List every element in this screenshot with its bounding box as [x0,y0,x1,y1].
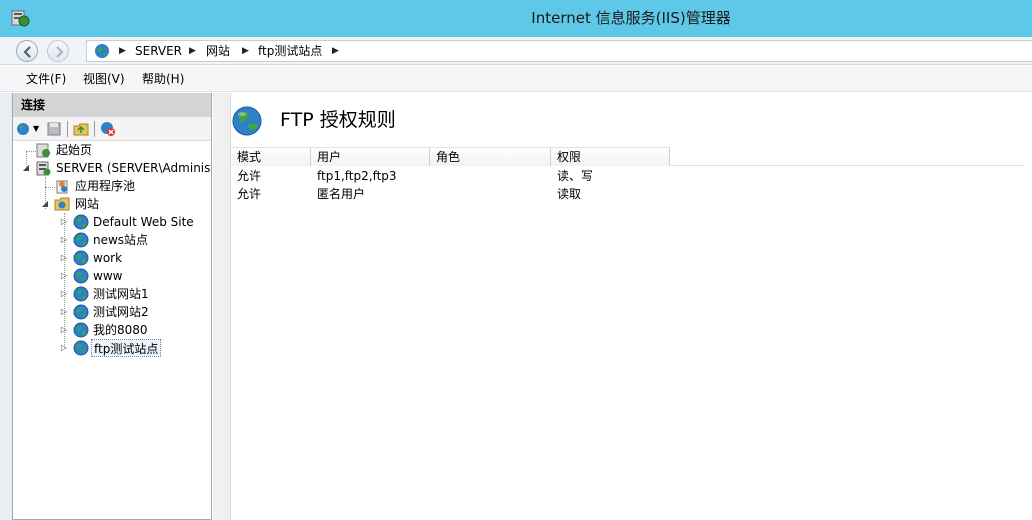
table-row[interactable]: 允许 ftp1,ftp2,ftp3 读、写 [213,167,1025,185]
address-field[interactable]: ▶ SERVER ▶ 网站 ▶ ftp测试站点 ▶ [86,40,1032,62]
globe-icon [73,268,89,284]
globe-icon [73,232,89,248]
globe-icon [73,340,89,356]
breadcrumb-arrow-icon[interactable]: ▶ [242,41,249,61]
connections-panel: 连接 ▼ 起始页 ◢ SERVER (SERVER\Adminis 应用程序池 … [12,93,212,520]
left-edge-strip [0,93,12,520]
content-left-bar [213,93,231,520]
breadcrumb-arrow-icon[interactable]: ▶ [189,41,196,61]
breadcrumb-server[interactable]: SERVER [135,41,182,61]
expand-arrow-icon[interactable]: ▷ [59,321,69,339]
globe-icon [73,322,89,338]
connect-globe-icon[interactable] [16,121,32,137]
table-row[interactable]: 允许 匿名用户 读取 [213,185,1025,203]
tree-label: 我的8080 [93,323,148,337]
column-header-mode[interactable]: 模式 [231,147,311,166]
cell-users: ftp1,ftp2,ftp3 [317,169,397,183]
back-arrow-icon [23,46,31,58]
menu-view[interactable]: 视图(V) [83,66,125,92]
globe-icon [73,286,89,302]
page-title: FTP 授权规则 [280,109,396,131]
tree-label: 应用程序池 [75,179,136,193]
tree-label: news站点 [93,233,149,247]
tree-label: work [93,251,123,265]
cell-mode: 允许 [237,169,262,183]
back-button[interactable] [16,40,38,62]
tree-label: 起始页 [56,143,93,157]
expand-arrow-icon[interactable]: ▷ [59,213,69,231]
expand-arrow-icon[interactable]: ▷ [59,339,69,357]
table-header: 模式 用户 角色 权限 [231,147,1025,166]
tree-label: Default Web Site [93,215,194,229]
cell-users: 匿名用户 [317,187,366,201]
expand-arrow-icon[interactable]: ▷ [59,231,69,249]
cell-mode: 允许 [237,187,262,201]
forward-button[interactable] [47,40,69,62]
menu-bar: 文件(F) 视图(V) 帮助(H) [0,66,1032,92]
toolbar-separator [94,121,95,137]
start-page-icon [36,143,50,158]
menu-help[interactable]: 帮助(H) [142,66,184,92]
globe-icon [73,214,89,230]
app-pool-icon [56,180,68,194]
cell-roles [430,167,436,185]
cell-permissions: 读、写 [557,169,594,183]
menu-file[interactable]: 文件(F) [26,66,66,92]
expand-arrow-icon[interactable]: ▷ [59,267,69,285]
tree-label: 测试网站1 [93,287,149,301]
breadcrumb-ftp-site[interactable]: ftp测试站点 [258,41,322,61]
save-icon[interactable] [46,121,62,137]
main-content: FTP 授权规则 模式 用户 角色 权限 允许 ftp1,ftp2,ftp3 读、写… [213,93,1032,520]
column-header-roles[interactable]: 角色 [430,147,551,166]
dropdown-arrow-icon[interactable]: ▼ [33,121,39,137]
sites-folder-icon [54,197,70,211]
server-icon [36,161,51,176]
collapse-arrow-icon[interactable]: ◢ [21,159,31,177]
breadcrumb-sites[interactable]: 网站 [206,41,230,61]
disconnect-icon[interactable] [100,121,116,137]
window-title: Internet 信息服务(IIS)管理器 [531,9,731,27]
globe-icon [73,304,89,320]
forward-arrow-icon [56,46,64,58]
tree-label: 网站 [75,197,100,211]
column-header-users[interactable]: 用户 [311,147,430,166]
breadcrumb-arrow-icon[interactable]: ▶ [332,41,339,61]
cell-roles [430,185,436,203]
expand-arrow-icon[interactable]: ▷ [59,249,69,267]
collapse-arrow-icon[interactable]: ◢ [40,195,50,213]
cell-permissions: 读取 [557,187,582,201]
toolbar-separator [67,121,68,137]
connections-header: 连接 [13,93,211,117]
breadcrumb-arrow-icon[interactable]: ▶ [119,41,126,61]
expand-arrow-icon[interactable]: ▷ [59,285,69,303]
connections-title: 连接 [21,98,46,112]
tree-label: ftp测试站点 [91,339,162,357]
globe-icon [232,106,262,136]
connections-toolbar: ▼ [13,117,211,141]
globe-icon [73,250,89,266]
globe-icon [95,44,109,58]
column-header-permissions[interactable]: 权限 [551,147,670,166]
tree-label: SERVER (SERVER\Administrator) [56,161,211,175]
tree-label: 测试网站2 [93,305,149,319]
address-bar: ▶ SERVER ▶ 网站 ▶ ftp测试站点 ▶ [0,37,1032,65]
expand-arrow-icon[interactable]: ▷ [59,303,69,321]
up-folder-icon[interactable] [73,121,89,137]
tree-label: www [93,269,123,283]
